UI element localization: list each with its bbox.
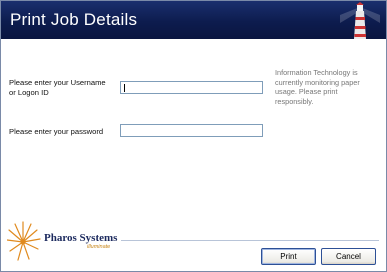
username-input[interactable] (120, 81, 263, 94)
monitoring-notice: Information Technology is currently moni… (275, 68, 375, 106)
username-label: Please enter your Username or Logon ID (9, 78, 106, 97)
brand-tagline: illuminate (87, 244, 111, 250)
title-bar: Print Job Details (1, 1, 386, 39)
username-label-line1: Please enter your Username (9, 78, 106, 87)
notice-line4: responsibly. (275, 96, 314, 106)
print-button[interactable]: Print (261, 248, 316, 265)
notice-line1: Information Technology is (275, 68, 358, 77)
username-label-line2: or Logon ID (9, 87, 49, 97)
text-caret (124, 84, 125, 92)
password-input[interactable] (120, 124, 263, 137)
notice-line3: usage. Please print (275, 87, 338, 96)
footer-divider (121, 240, 379, 241)
sunburst-logo-icon (7, 221, 41, 261)
brand-name: Pharos Systems (44, 232, 118, 244)
password-label: Please enter your password (9, 127, 104, 136)
cancel-button[interactable]: Cancel (321, 248, 376, 265)
notice-line2: currently monitoring paper (275, 77, 360, 87)
lighthouse-icon (340, 2, 380, 39)
window-title: Print Job Details (10, 10, 138, 29)
print-job-details-window: Print Job Details Please enter your User… (0, 0, 387, 272)
